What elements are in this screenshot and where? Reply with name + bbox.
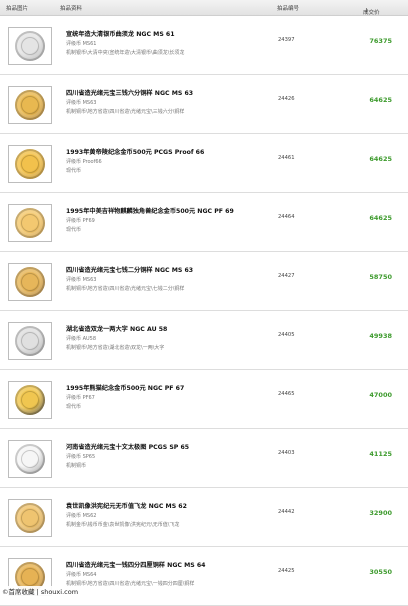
coin-ring	[21, 273, 39, 291]
sort-down-icon[interactable]: ↓	[364, 8, 369, 14]
coin-ring	[21, 214, 39, 232]
lot-price: 32900	[369, 509, 392, 517]
lot-number: 24464	[278, 214, 295, 220]
coin-image	[15, 444, 45, 474]
lot-grade: 评级币 MS64	[66, 572, 97, 578]
lot-row[interactable]: 1993年黄帝陵纪念金币500元 PCGS Proof 66 评级币 Proof6…	[0, 134, 408, 193]
coin-thumbnail[interactable]	[8, 440, 52, 478]
lot-category: 机制铜币\地方省造\四川省造\光绪元宝\三钱六分\铜样	[66, 109, 185, 115]
coin-thumbnail[interactable]	[8, 86, 52, 124]
lot-grade: 评级币 PF67	[66, 395, 95, 401]
lot-grade: 评级币 MS62	[66, 513, 97, 519]
lot-grade: 评级币 MS61	[66, 41, 97, 47]
lot-title[interactable]: 宣统年造大清银币曲须龙 NGC MS 61	[66, 29, 175, 38]
coin-thumbnail[interactable]	[8, 27, 52, 65]
coin-image	[15, 90, 45, 120]
table-header: 拍品图片 拍品资料 拍品编号 成交价 ↓	[0, 0, 408, 16]
coin-thumbnail[interactable]	[8, 204, 52, 242]
lot-row[interactable]: 湖北省造双龙一两大字 NGC AU 58 评级币 AU58 机制银币\地方省造\湖北…	[0, 311, 408, 370]
lot-title[interactable]: 四川省造光绪元宝七钱二分铜样 NGC MS 63	[66, 265, 193, 274]
lot-title[interactable]: 袁世凯像洪宪纪元无币值飞龙 NGC MS 62	[66, 501, 187, 510]
lot-number: 24425	[278, 568, 295, 574]
lot-number: 24403	[278, 450, 295, 456]
lot-grade: 评级币 AU58	[66, 336, 97, 342]
coin-ring	[21, 96, 39, 114]
lot-list: 宣统年造大清银币曲须龙 NGC MS 61 评级币 MS61 机制银币\大清中央\宣…	[0, 16, 408, 606]
coin-image	[15, 267, 45, 297]
lot-number: 24426	[278, 96, 295, 102]
lot-number: 24442	[278, 509, 295, 515]
watermark: ©首席收藏 | shouxi.com	[0, 586, 86, 598]
column-header-info: 拍品资料	[60, 6, 83, 12]
lot-number: 24397	[278, 37, 295, 43]
lot-price: 64625	[369, 155, 392, 163]
lot-title[interactable]: 四川省造光绪元宝一钱四分四厘铜样 NGC MS 64	[66, 560, 205, 569]
lot-row[interactable]: 袁世凯像洪宪纪元无币值飞龙 NGC MS 62 评级币 MS62 机制金币\钱币币金…	[0, 488, 408, 547]
lot-price: 58750	[369, 273, 392, 281]
coin-image	[15, 326, 45, 356]
lot-price: 47000	[369, 391, 392, 399]
lot-grade: 评级币 MS63	[66, 100, 97, 106]
lot-title[interactable]: 河南省造光绪元宝十文太极图 PCGS SP 65	[66, 442, 189, 451]
lot-price: 76375	[369, 37, 392, 45]
lot-row[interactable]: 四川省造光绪元宝三钱六分铜样 NGC MS 63 评级币 MS63 机制铜币\地方省…	[0, 75, 408, 134]
lot-row[interactable]: 宣统年造大清银币曲须龙 NGC MS 61 评级币 MS61 机制银币\大清中央\宣…	[0, 16, 408, 75]
column-header-number[interactable]: 拍品编号	[277, 4, 299, 12]
coin-thumbnail[interactable]	[8, 322, 52, 360]
coin-ring	[21, 155, 39, 173]
lot-category: 机制铜币	[66, 463, 87, 469]
coin-ring	[21, 568, 39, 586]
coin-ring	[21, 37, 39, 55]
lot-price: 30550	[369, 568, 392, 576]
lot-row[interactable]: 河南省造光绪元宝十文太极图 PCGS SP 65 评级币 SP65 机制铜币 2440…	[0, 429, 408, 488]
lot-number: 24465	[278, 391, 295, 397]
lot-category: 现代币	[66, 227, 82, 233]
coin-ring	[21, 332, 39, 350]
coin-thumbnail[interactable]	[8, 263, 52, 301]
lot-category: 现代币	[66, 168, 82, 174]
lot-grade: 评级币 MS63	[66, 277, 97, 283]
lot-price: 49938	[369, 332, 392, 340]
coin-thumbnail[interactable]	[8, 499, 52, 537]
lot-row[interactable]: 1995年熊猫纪念金币500元 NGC PF 67 评级币 PF67 现代币 2446…	[0, 370, 408, 429]
lot-category: 机制银币\地方省造\湖北省造\双龙\一两\大字	[66, 345, 165, 351]
lot-title[interactable]: 1993年黄帝陵纪念金币500元 PCGS Proof 66	[66, 147, 204, 156]
lot-category: 现代币	[66, 404, 82, 410]
coin-ring	[21, 509, 39, 527]
coin-thumbnail[interactable]	[8, 145, 52, 183]
coin-ring	[21, 450, 39, 468]
column-header-image: 拍品图片	[6, 6, 29, 12]
coin-ring	[21, 391, 39, 409]
lot-category: 机制银币\大清中央\宣统年造\大清银币\曲须龙\长须龙	[66, 50, 185, 56]
lot-grade: 评级币 PF69	[66, 218, 95, 224]
coin-image	[15, 385, 45, 415]
lot-grade: 评级币 SP65	[66, 454, 96, 460]
lot-title[interactable]: 1995年中美吉祥物麒麟独角兽纪念金币500元 NGC PF 69	[66, 206, 234, 215]
lot-row[interactable]: 四川省造光绪元宝七钱二分铜样 NGC MS 63 评级币 MS63 机制铜币\地方省…	[0, 252, 408, 311]
lot-number: 24405	[278, 332, 295, 338]
coin-thumbnail[interactable]	[8, 381, 52, 419]
lot-price: 64625	[369, 96, 392, 104]
lot-price: 64625	[369, 214, 392, 222]
lot-title[interactable]: 湖北省造双龙一两大字 NGC AU 58	[66, 324, 167, 333]
lot-category: 机制金币\钱币币金\袁世凯像\洪宪纪元\无币值\飞龙	[66, 522, 180, 528]
coin-image	[15, 149, 45, 179]
coin-image	[15, 503, 45, 533]
coin-image	[15, 208, 45, 238]
lot-number: 24461	[278, 155, 295, 161]
lot-grade: 评级币 Proof66	[66, 159, 102, 165]
coin-image	[15, 31, 45, 61]
lot-title[interactable]: 四川省造光绪元宝三钱六分铜样 NGC MS 63	[66, 88, 193, 97]
lot-price: 41125	[369, 450, 392, 458]
lot-category: 机制铜币\地方省造\四川省造\光绪元宝\七钱二分\铜样	[66, 286, 185, 292]
lot-number: 24427	[278, 273, 295, 279]
lot-row[interactable]: 1995年中美吉祥物麒麟独角兽纪念金币500元 NGC PF 69 评级币 PF6…	[0, 193, 408, 252]
lot-title[interactable]: 1995年熊猫纪念金币500元 NGC PF 67	[66, 383, 184, 392]
